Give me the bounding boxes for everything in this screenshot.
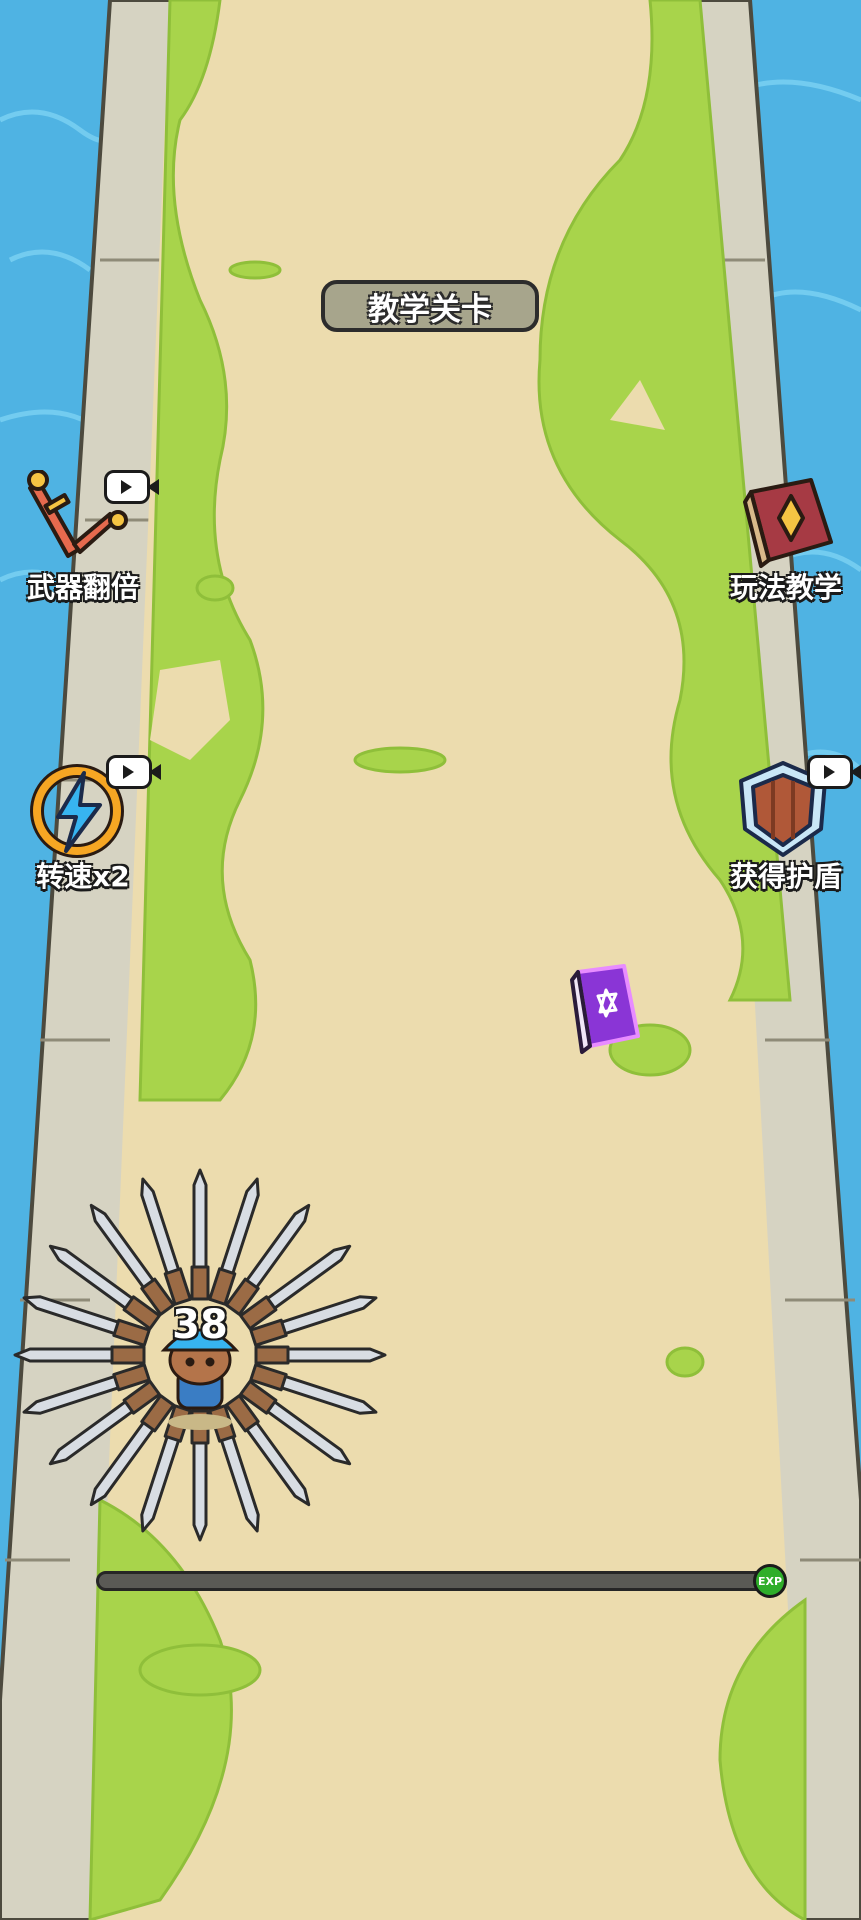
exp-progress-bar	[96, 1571, 770, 1591]
get-shield-button[interactable]: 获得护盾	[711, 755, 861, 893]
weapon-double-button[interactable]: 武器翻倍	[8, 470, 159, 604]
exp-badge: EXP	[753, 1564, 787, 1598]
stage-title: 教学关卡	[321, 280, 539, 332]
weapon-double-label: 武器翻倍	[26, 571, 139, 604]
video-ad-icon	[807, 755, 861, 789]
spin-speed-label: 转速x2	[36, 860, 130, 893]
video-ad-icon	[106, 755, 161, 789]
player-sword-ring	[13, 1168, 387, 1542]
magic-book-pickup	[570, 964, 640, 1054]
spin-speed-button[interactable]: 转速x2	[8, 755, 161, 893]
player-level: 38	[172, 1302, 228, 1348]
video-ad-icon	[104, 470, 159, 504]
gameplay-tutorial-button[interactable]: 玩法教学	[711, 470, 861, 604]
gameplay-tutorial-label: 玩法教学	[729, 571, 842, 604]
get-shield-label: 获得护盾	[729, 860, 842, 893]
spellbook-icon	[743, 478, 833, 568]
